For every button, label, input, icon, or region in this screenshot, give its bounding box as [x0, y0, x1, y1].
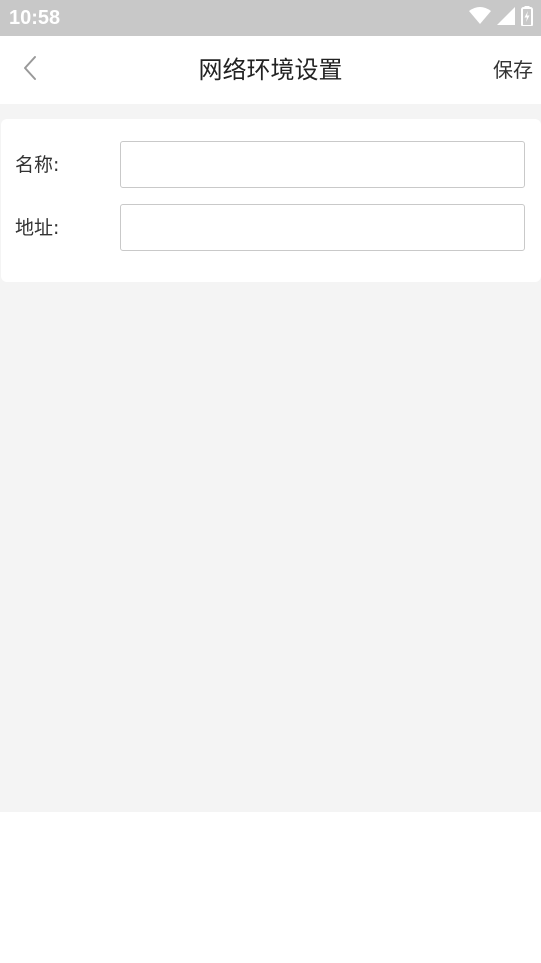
address-row: 地址: — [1, 204, 541, 252]
name-row: 名称: — [1, 141, 541, 189]
wifi-icon — [469, 7, 491, 29]
status-bar: 10:58 — [0, 0, 541, 36]
address-input[interactable] — [120, 204, 525, 251]
back-button[interactable] — [10, 50, 50, 90]
page-title: 网络环境设置 — [198, 56, 343, 84]
chevron-left-icon — [22, 55, 38, 85]
form-card: 名称: 地址: — [1, 119, 541, 282]
name-label: 名称: — [15, 154, 60, 176]
address-label: 地址: — [15, 217, 60, 239]
app-bar: 网络环境设置 保存 — [0, 36, 541, 104]
battery-charging-icon — [521, 6, 533, 30]
status-time: 10:58 — [9, 7, 61, 29]
cellular-signal-icon — [497, 7, 515, 29]
save-button[interactable]: 保存 — [493, 56, 533, 84]
name-input[interactable] — [120, 141, 525, 188]
status-icons — [469, 6, 533, 30]
